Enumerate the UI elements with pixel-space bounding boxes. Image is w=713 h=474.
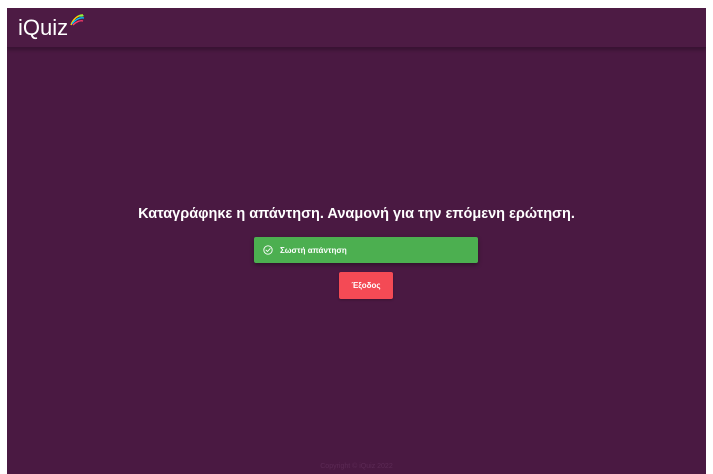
top-bar: iQuiz <box>7 8 706 48</box>
result-label: Σωστή απάντηση <box>280 245 347 255</box>
colorful-feather-icon <box>70 14 85 26</box>
logo-text: iQuiz <box>18 15 69 40</box>
correct-answer-bar: Σωστή απάντηση <box>254 237 478 263</box>
status-message: Καταγράφηκε η απάντηση. Αναμονή για την … <box>138 206 575 222</box>
check-circle-icon <box>263 245 273 255</box>
app-container: iQuiz Καταγράφηκε η απάντηση. Αναμονή γι… <box>7 8 706 474</box>
footer-copyright: Copyright © iQuiz 2022 <box>320 463 393 470</box>
logo[interactable]: iQuiz <box>18 14 85 42</box>
exit-button[interactable]: Έξοδος <box>339 272 393 299</box>
